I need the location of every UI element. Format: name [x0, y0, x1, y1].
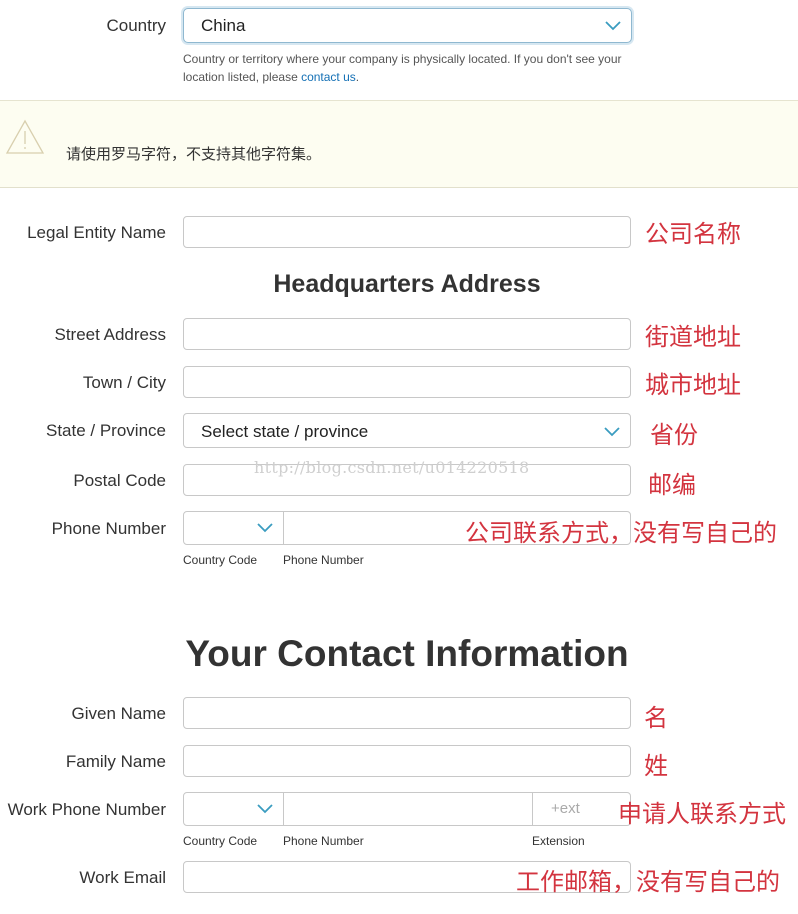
helper-end: . — [355, 70, 360, 84]
work-phone-input[interactable] — [284, 793, 534, 827]
country-select-value: China — [201, 16, 246, 35]
extension-sublabel: Extension — [532, 834, 585, 848]
warning-text: 请使用罗马字符，不支持其他字符集。 — [66, 146, 322, 163]
given-name-label: Given Name — [71, 704, 166, 723]
state-select-value: Select state / province — [201, 422, 369, 441]
chevron-down-icon — [257, 804, 273, 814]
country-code-sublabel: Country Code — [183, 553, 258, 567]
headquarters-title: Headquarters Address — [273, 270, 541, 298]
given-name-input[interactable] — [183, 697, 631, 729]
country-helper-text: Country or territory where your company … — [183, 50, 623, 86]
work-email-note: 工作邮箱，没有写自己的 — [516, 869, 780, 896]
watermark: http://blog.csdn.net/u014220518 — [254, 458, 530, 477]
work-phone-group: +ext — [183, 792, 631, 827]
contact-title: Your Contact Information — [185, 633, 629, 674]
chevron-down-icon — [257, 523, 273, 533]
state-note: 省份 — [650, 422, 698, 449]
legal-entity-note: 公司名称 — [645, 221, 741, 248]
helper-text: Country or territory where your company … — [183, 52, 622, 84]
family-name-input[interactable] — [183, 745, 631, 777]
postal-code-note: 邮编 — [648, 472, 696, 499]
warning-banner: 请使用罗马字符，不支持其他字符集。 — [0, 100, 798, 188]
city-note: 城市地址 — [645, 372, 741, 399]
street-address-label: Street Address — [54, 325, 166, 344]
country-label: Country — [106, 16, 166, 35]
country-code-select[interactable] — [184, 512, 284, 544]
work-phone-sublabel: Phone Number — [283, 834, 364, 848]
city-input[interactable] — [183, 366, 631, 398]
phone-number-note: 公司联系方式，没有写自己的 — [465, 520, 777, 547]
work-phone-label: Work Phone Number — [7, 800, 166, 819]
work-country-code-sublabel: Country Code — [183, 834, 258, 848]
phone-number-sublabel: Phone Number — [283, 553, 364, 567]
street-address-input[interactable] — [183, 318, 631, 350]
phone-number-label: Phone Number — [51, 519, 166, 538]
state-label: State / Province — [45, 421, 166, 440]
family-name-note: 姓 — [644, 753, 668, 780]
legal-entity-label: Legal Entity Name — [27, 223, 166, 242]
chevron-down-icon — [605, 21, 621, 31]
city-label: Town / City — [82, 373, 166, 392]
work-country-code-select[interactable] — [184, 793, 284, 825]
state-select[interactable]: Select state / province — [183, 413, 631, 448]
work-email-label: Work Email — [79, 868, 166, 887]
given-name-note: 名 — [644, 705, 668, 732]
extension-placeholder: +ext — [551, 800, 580, 817]
street-address-note: 街道地址 — [645, 324, 741, 351]
warning-triangle-icon — [5, 119, 45, 160]
family-name-label: Family Name — [65, 752, 166, 771]
legal-entity-input[interactable] — [183, 216, 631, 248]
work-phone-note: 申请人联系方式 — [618, 801, 786, 828]
country-select[interactable]: China — [183, 8, 632, 43]
chevron-down-icon — [604, 427, 620, 437]
contact-us-link[interactable]: contact us — [301, 70, 356, 84]
postal-code-label: Postal Code — [73, 471, 166, 490]
extension-input[interactable]: +ext — [532, 793, 631, 825]
